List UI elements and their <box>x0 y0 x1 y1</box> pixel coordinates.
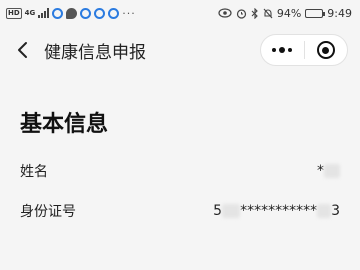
target-circle-icon <box>316 41 335 59</box>
redacted-id-end <box>317 204 332 218</box>
id-number-value: 5 *********** 3 <box>213 203 340 219</box>
nav-bar: 健康信息申报 <box>0 26 360 74</box>
network-type: 4G <box>24 9 36 17</box>
id-number-start: 5 <box>213 203 223 219</box>
chevron-left-icon <box>18 42 27 58</box>
miniprogram-capsule <box>260 34 348 66</box>
status-bar: HD 4G ··· 94% 9:49 <box>0 0 360 26</box>
more-notifications-icon: ··· <box>122 6 136 20</box>
redacted-name <box>324 164 340 178</box>
battery-icon <box>305 8 326 18</box>
name-value: * <box>317 163 340 179</box>
name-value-prefix: * <box>317 163 324 179</box>
more-icon <box>272 47 293 53</box>
chat-notification-icon <box>66 7 78 19</box>
id-number-mask: *********** <box>240 203 318 219</box>
clock: 9:49 <box>327 6 352 20</box>
mute-bell-icon <box>263 8 273 18</box>
signal-icon <box>38 8 50 18</box>
notification-app-icon <box>108 7 120 19</box>
id-number-end: 3 <box>331 203 340 219</box>
eye-comfort-icon <box>218 8 232 18</box>
hd-badge: HD <box>6 7 22 19</box>
id-number-label: 身份证号 <box>20 204 76 220</box>
section-title: 基本信息 <box>20 112 109 137</box>
notification-app-icon <box>52 7 64 19</box>
close-miniprogram-button[interactable] <box>305 35 348 65</box>
notification-app-icon <box>80 7 92 19</box>
name-label: 姓名 <box>20 164 48 180</box>
notification-app-icon <box>94 7 106 19</box>
redacted-id-start <box>222 204 241 218</box>
back-button[interactable] <box>0 26 40 74</box>
name-row: 姓名 * <box>0 156 360 186</box>
more-menu-button[interactable] <box>261 35 304 65</box>
id-number-row: 身份证号 5 *********** 3 <box>0 196 360 226</box>
status-bar-right: 94% 9:49 <box>218 7 352 20</box>
bluetooth-icon <box>251 7 258 19</box>
alarm-icon <box>236 8 246 19</box>
page-title: 健康信息申报 <box>44 42 146 63</box>
battery-percent: 94% <box>276 6 302 20</box>
status-bar-left: HD 4G ··· <box>6 7 136 20</box>
